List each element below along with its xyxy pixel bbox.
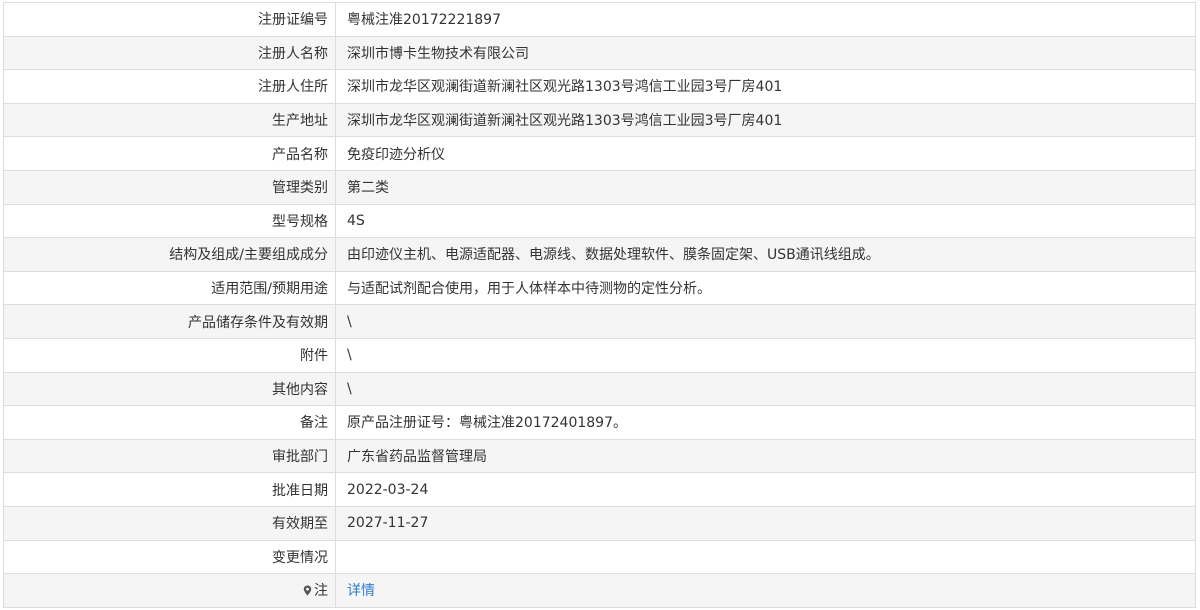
table-row: 结构及组成/主要组成成分 由印迹仪主机、电源适配器、电源线、数据处理软件、膜条固… <box>3 237 1196 272</box>
table-row: 注册证编号 粤械注准20172221897 <box>3 2 1196 37</box>
note-row: 注 详情 <box>3 573 1196 608</box>
field-label: 生产地址 <box>3 102 336 138</box>
table-row: 型号规格 4S <box>3 203 1196 239</box>
field-label: 有效期至 <box>3 505 336 541</box>
field-value: 免疫印迹分析仪 <box>335 136 1196 171</box>
field-label: 其他内容 <box>3 371 336 407</box>
table-row: 审批部门 广东省药品监督管理局 <box>3 438 1196 474</box>
note-label: 注 <box>314 583 328 600</box>
field-label: 审批部门 <box>3 438 336 474</box>
field-label: 结构及组成/主要组成成分 <box>3 237 336 272</box>
registration-detail-table: 注册证编号 粤械注准20172221897 注册人名称 深圳市博卡生物技术有限公… <box>3 2 1196 608</box>
note-value-cell: 详情 <box>335 573 1196 608</box>
table-row: 附件 \ <box>3 337 1196 373</box>
table-row: 注册人名称 深圳市博卡生物技术有限公司 <box>3 35 1196 71</box>
table-row: 变更情况 <box>3 539 1196 575</box>
field-value: 与适配试剂配合使用，用于人体样本中待测物的定性分析。 <box>335 270 1196 306</box>
field-value <box>335 539 1196 575</box>
field-value: 4S <box>335 203 1196 239</box>
note-label-cell: 注 <box>3 573 336 608</box>
field-label: 变更情况 <box>3 539 336 575</box>
table-row: 产品名称 免疫印迹分析仪 <box>3 136 1196 171</box>
table-row: 有效期至 2027-11-27 <box>3 505 1196 541</box>
field-value: 深圳市龙华区观澜街道新澜社区观光路1303号鸿信工业园3号厂房401 <box>335 69 1196 104</box>
table-row: 注册人住所 深圳市龙华区观澜街道新澜社区观光路1303号鸿信工业园3号厂房401 <box>3 69 1196 104</box>
field-label: 产品名称 <box>3 136 336 171</box>
field-value: 原产品注册证号：粤械注准20172401897。 <box>335 405 1196 440</box>
field-label: 管理类别 <box>3 169 336 205</box>
field-label: 注册人名称 <box>3 35 336 71</box>
field-value: 由印迹仪主机、电源适配器、电源线、数据处理软件、膜条固定架、USB通讯线组成。 <box>335 237 1196 272</box>
table-row: 批准日期 2022-03-24 <box>3 472 1196 507</box>
field-label: 注册证编号 <box>3 2 336 37</box>
table-row: 产品储存条件及有效期 \ <box>3 304 1196 339</box>
field-value: 深圳市龙华区观澜街道新澜社区观光路1303号鸿信工业园3号厂房401 <box>335 102 1196 138</box>
table-row: 备注 原产品注册证号：粤械注准20172401897。 <box>3 405 1196 440</box>
table-row: 适用范围/预期用途 与适配试剂配合使用，用于人体样本中待测物的定性分析。 <box>3 270 1196 306</box>
field-label: 适用范围/预期用途 <box>3 270 336 306</box>
field-value: 深圳市博卡生物技术有限公司 <box>335 35 1196 71</box>
field-label: 备注 <box>3 405 336 440</box>
details-link[interactable]: 详情 <box>347 583 375 599</box>
field-label: 注册人住所 <box>3 69 336 104</box>
table-row: 生产地址 深圳市龙华区观澜街道新澜社区观光路1303号鸿信工业园3号厂房401 <box>3 102 1196 138</box>
table-row: 其他内容 \ <box>3 371 1196 407</box>
field-value: 粤械注准20172221897 <box>335 2 1196 37</box>
field-value: \ <box>335 337 1196 373</box>
field-label: 批准日期 <box>3 472 336 507</box>
field-value: \ <box>335 304 1196 339</box>
field-value: \ <box>335 371 1196 407</box>
field-label: 产品储存条件及有效期 <box>3 304 336 339</box>
map-pin-icon <box>303 585 312 596</box>
field-value: 2022-03-24 <box>335 472 1196 507</box>
field-value: 2027-11-27 <box>335 505 1196 541</box>
table-row: 管理类别 第二类 <box>3 169 1196 205</box>
field-label: 型号规格 <box>3 203 336 239</box>
field-value: 第二类 <box>335 169 1196 205</box>
field-label: 附件 <box>3 337 336 373</box>
field-value: 广东省药品监督管理局 <box>335 438 1196 474</box>
